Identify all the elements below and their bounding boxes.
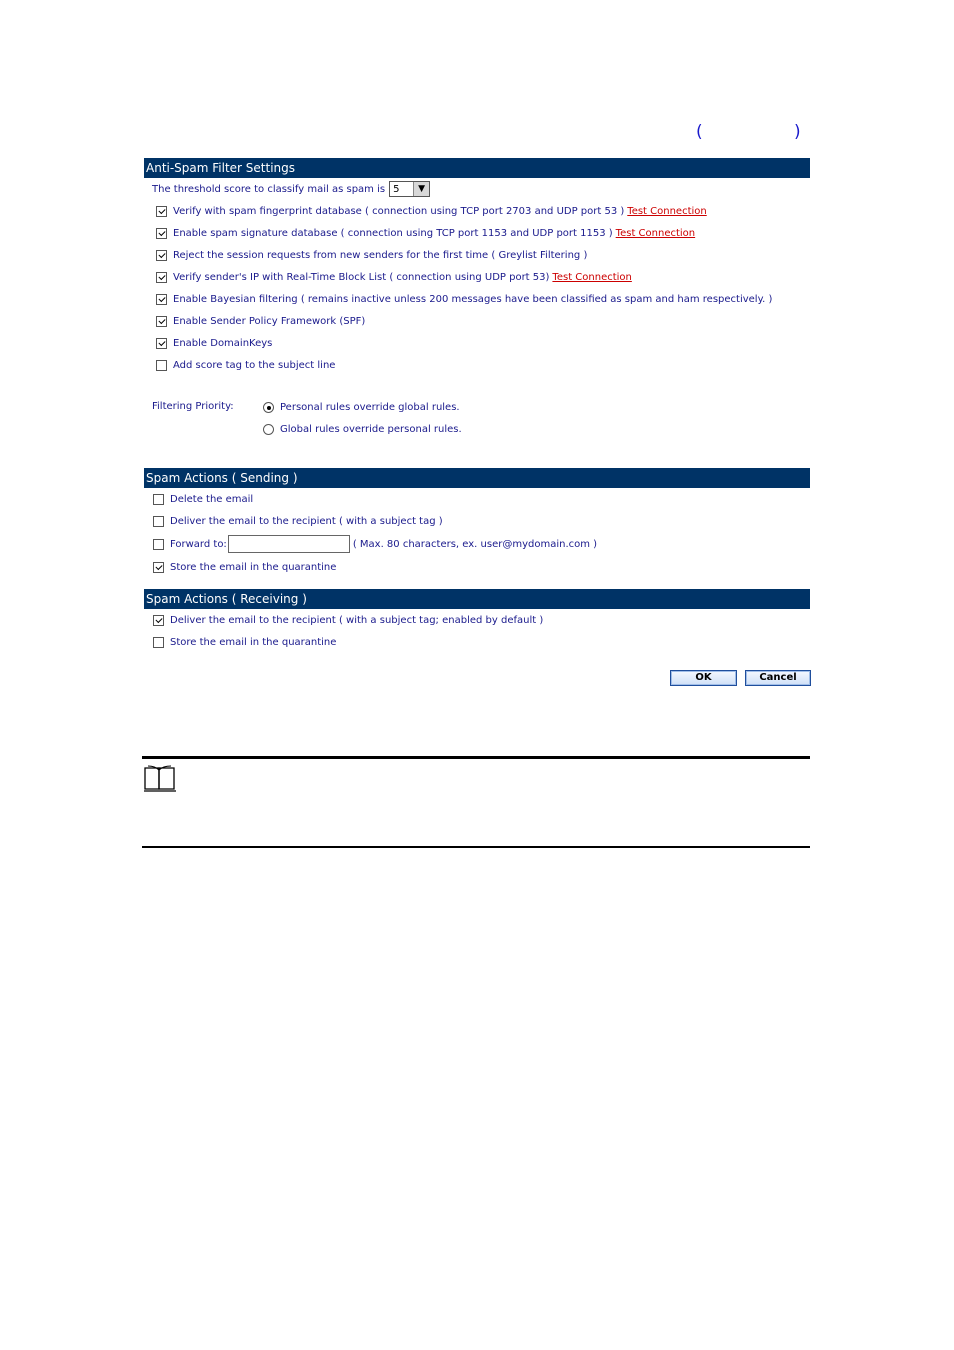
option-bayesian: Enable Bayesian filtering ( remains inac… — [156, 294, 772, 305]
open-paren: ( — [696, 122, 703, 142]
option-fingerprint: Verify with spam fingerprint database ( … — [156, 206, 707, 217]
option-spf: Enable Sender Policy Framework (SPF) — [156, 316, 365, 327]
book-icon — [144, 765, 176, 792]
signature-label: Enable spam signature database ( connect… — [173, 228, 613, 239]
receiving-header: Spam Actions ( Receiving ) — [144, 589, 810, 609]
sending-forward: Forward to: ( Max. 80 characters, ex. us… — [153, 535, 597, 553]
priority-personal-radio[interactable] — [263, 402, 274, 413]
sending-delete: Delete the email — [153, 494, 253, 505]
threshold-value: 5 — [393, 183, 400, 195]
filter-settings-header: Anti-Spam Filter Settings — [144, 158, 810, 178]
priority-label-row: Filtering Priority: — [152, 401, 234, 412]
receiving-store: Store the email in the quarantine — [153, 637, 336, 648]
option-signature: Enable spam signature database ( connect… — [156, 228, 695, 239]
cancel-button[interactable]: Cancel — [745, 670, 811, 686]
signature-checkbox[interactable] — [156, 228, 167, 239]
priority-global: Global rules override personal rules. — [263, 424, 462, 435]
close-paren: ) — [794, 122, 801, 142]
sending-forward-hint: ( Max. 80 characters, ex. user@mydomain.… — [352, 538, 598, 550]
priority-global-radio[interactable] — [263, 424, 274, 435]
priority-personal-label: Personal rules override global rules. — [280, 402, 460, 413]
option-greylist: Reject the session requests from new sen… — [156, 250, 587, 261]
receiving-deliver-label: Deliver the email to the recipient ( wit… — [170, 615, 544, 626]
receiving-store-checkbox[interactable] — [153, 637, 164, 648]
spf-label: Enable Sender Policy Framework (SPF) — [173, 316, 366, 327]
bayesian-label: Enable Bayesian filtering ( remains inac… — [173, 294, 773, 305]
fingerprint-label: Verify with spam fingerprint database ( … — [173, 206, 625, 217]
fingerprint-checkbox[interactable] — [156, 206, 167, 217]
priority-personal: Personal rules override global rules. — [263, 402, 460, 413]
priority-global-label: Global rules override personal rules. — [280, 424, 462, 435]
sending-deliver-checkbox[interactable] — [153, 516, 164, 527]
sending-delete-label: Delete the email — [170, 494, 254, 505]
sending-forward-label: Forward to: — [170, 538, 227, 550]
sending-store: Store the email in the quarantine — [153, 562, 336, 573]
score-tag-checkbox[interactable] — [156, 360, 167, 371]
sending-forward-checkbox[interactable] — [153, 538, 164, 550]
rbl-test-link[interactable]: Test Connection — [552, 272, 631, 283]
rbl-checkbox[interactable] — [156, 272, 167, 283]
sending-deliver: Deliver the email to the recipient ( wit… — [153, 516, 443, 527]
note-bottom-rule — [142, 846, 810, 848]
fingerprint-test-link[interactable]: Test Connection — [627, 206, 706, 217]
bayesian-checkbox[interactable] — [156, 294, 167, 305]
forward-address-input[interactable] — [227, 535, 350, 553]
domainkeys-label: Enable DomainKeys — [173, 338, 273, 349]
sending-store-checkbox[interactable] — [153, 562, 164, 573]
signature-test-link[interactable]: Test Connection — [616, 228, 695, 239]
threshold-label: The threshold score to classify mail as … — [152, 183, 386, 195]
rbl-label: Verify sender's IP with Real-Time Block … — [173, 272, 550, 283]
sending-header: Spam Actions ( Sending ) — [144, 468, 810, 488]
sending-delete-checkbox[interactable] — [153, 494, 164, 505]
greylist-checkbox[interactable] — [156, 250, 167, 261]
sending-deliver-label: Deliver the email to the recipient ( wit… — [170, 516, 443, 527]
spf-checkbox[interactable] — [156, 316, 167, 327]
chevron-down-icon[interactable]: ▼ — [413, 182, 430, 196]
receiving-deliver: Deliver the email to the recipient ( wit… — [153, 615, 543, 626]
receiving-store-label: Store the email in the quarantine — [170, 637, 337, 648]
receiving-deliver-checkbox[interactable] — [153, 615, 164, 626]
score-tag-label: Add score tag to the subject line — [173, 360, 336, 371]
option-domainkeys: Enable DomainKeys — [156, 338, 272, 349]
greylist-label: Reject the session requests from new sen… — [173, 250, 588, 261]
priority-label: Filtering Priority: — [152, 401, 234, 412]
domainkeys-checkbox[interactable] — [156, 338, 167, 349]
option-rbl: Verify sender's IP with Real-Time Block … — [156, 272, 632, 283]
option-score-tag: Add score tag to the subject line — [156, 360, 335, 371]
ok-button[interactable]: OK — [670, 670, 737, 686]
threshold-row: The threshold score to classify mail as … — [152, 181, 431, 197]
note-top-rule — [142, 756, 810, 759]
threshold-select[interactable]: 5 ▼ — [389, 181, 431, 197]
sending-store-label: Store the email in the quarantine — [170, 562, 337, 573]
